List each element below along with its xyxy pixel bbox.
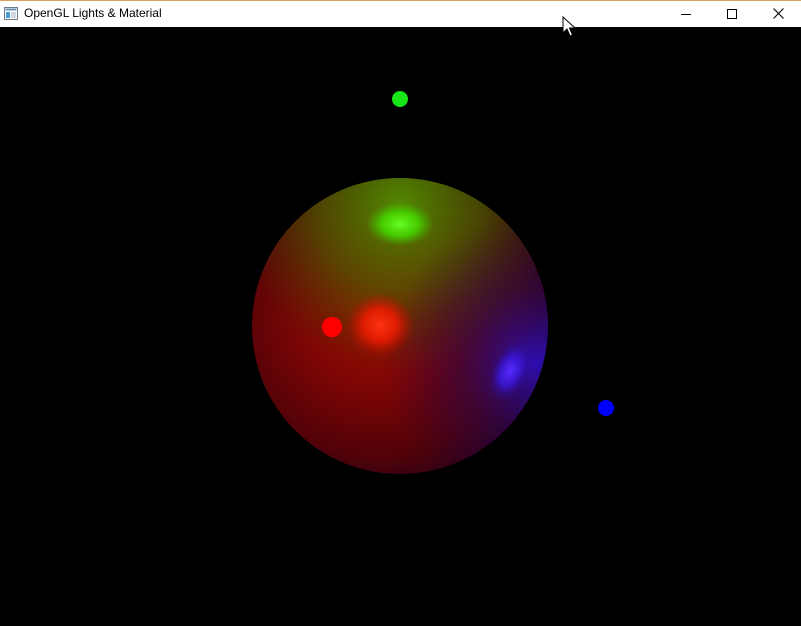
title-bar[interactable]: OpenGL Lights & Material [0,0,801,27]
close-icon [772,6,784,24]
red-light [322,317,342,337]
scene-canvas [252,91,614,474]
close-button[interactable] [755,1,801,28]
app-window-icon [4,7,18,20]
red-specular-highlight [346,293,414,357]
minimize-button[interactable] [663,1,709,28]
maximize-icon [727,6,737,24]
minimize-icon [681,6,691,24]
app-window: OpenGL Lights & Material [0,0,801,626]
green-specular-highlight [366,202,434,246]
blue-light [598,400,614,416]
green-light [392,91,408,107]
opengl-viewport[interactable] [0,27,801,626]
sphere [252,178,548,474]
maximize-button[interactable] [709,1,755,28]
window-title: OpenGL Lights & Material [24,6,162,20]
